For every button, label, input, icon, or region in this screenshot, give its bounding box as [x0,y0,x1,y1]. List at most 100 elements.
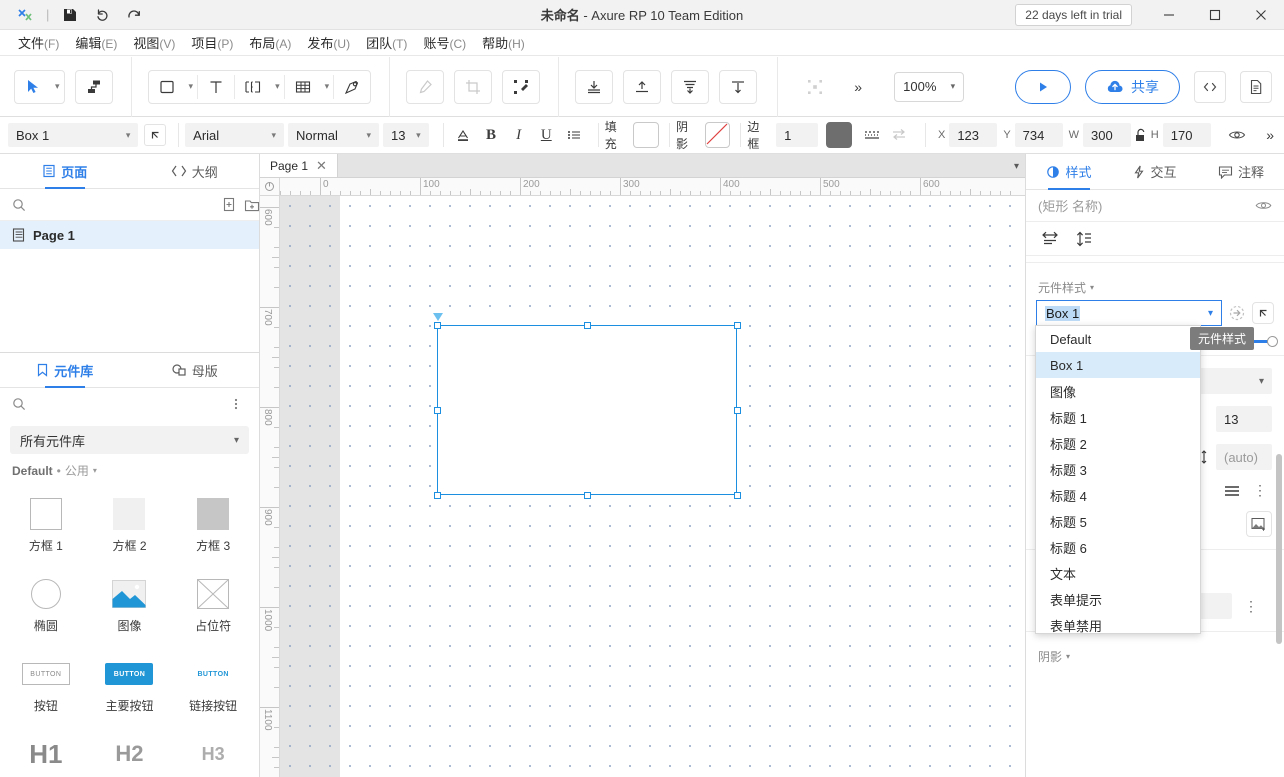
library-search-input[interactable] [34,396,217,413]
fill-color-swatch[interactable] [633,122,659,148]
more-options-icon[interactable] [225,393,247,415]
tab-widget-library[interactable]: 元件库 [0,353,130,387]
ruler-origin-icon[interactable] [260,178,280,196]
border-arrows-icon[interactable] [885,122,913,148]
x-field[interactable]: 123 [949,123,997,147]
horizontal-ruler[interactable]: 0 100 200 300 400 500 600 [280,178,1025,196]
widget-style-select[interactable]: Box 1 ▾ [1036,300,1222,326]
zoom-select[interactable]: 100% ▾ [894,72,964,102]
library-breadcrumb-chevron-down-icon[interactable]: ▾ [93,466,97,475]
opacity-slider-knob[interactable] [1267,336,1278,347]
shadow-swatch[interactable] [705,122,731,148]
menu-help[interactable]: 帮助(H) [474,30,533,55]
lock-open-icon[interactable] [1131,122,1151,148]
table-chevron-down-icon[interactable]: ▾ [321,81,334,92]
font-size-select[interactable]: 13 ▾ [383,123,429,147]
italic-button[interactable]: I [505,122,533,148]
library-select-chevron-down-icon[interactable]: ▾ [234,435,239,446]
font-color-icon[interactable] [450,122,478,148]
eyedropper-icon[interactable] [406,70,444,104]
save-icon[interactable] [55,3,85,27]
dropdown-option-box-1[interactable]: Box 1 [1036,352,1200,378]
library-select[interactable]: 所有元件库 ▾ [10,426,249,454]
widget-placeholder[interactable]: 占位符 [171,567,255,643]
border-style-icon[interactable] [858,122,886,148]
selected-rectangle-widget[interactable] [437,325,737,495]
transform-icon[interactable] [502,70,540,104]
widget-style-chevron-down-icon[interactable]: ▾ [1208,308,1213,319]
border-more-options-icon[interactable]: ⋮ [1240,598,1263,615]
style-name-chevron-down-icon[interactable]: ▾ [120,130,131,141]
right-font-chevron-down-icon[interactable]: ▾ [1259,376,1264,387]
format-more-button[interactable]: » [1256,122,1284,148]
shadow-section-chevron-down-icon[interactable]: ▾ [1066,652,1070,661]
resize-handle-e[interactable] [734,407,741,414]
minimize-button[interactable] [1146,0,1192,30]
tab-outline[interactable]: 大纲 [130,154,260,188]
fill-image-icon[interactable] [1246,511,1272,537]
canvas-tab-page1[interactable]: Page 1 ✕ [260,154,338,177]
widget-name-placeholder[interactable]: (矩形 名称) [1038,196,1255,215]
vertical-ruler[interactable]: 600 700 800 900 1000 1100 [260,196,280,777]
tab-pages[interactable]: 页面 [0,154,130,188]
widget-visibility-eye-icon[interactable] [1255,199,1272,212]
connector-icon[interactable] [75,70,113,104]
resize-handle-sw[interactable] [434,492,441,499]
tab-style[interactable]: 样式 [1026,154,1112,189]
zoom-chevron-down-icon[interactable]: ▾ [951,81,956,92]
font-weight-chevron-down-icon[interactable]: ▾ [360,130,371,141]
widget-heading-1[interactable]: H1 标题 1 [4,727,88,777]
dropdown-option-heading-2[interactable]: 标题 2 [1036,430,1200,456]
preview-button[interactable] [1015,70,1071,104]
dropdown-option-image[interactable]: 图像 [1036,378,1200,404]
dropdown-option-form-hint[interactable]: 表单提示 [1036,586,1200,612]
location-picker-icon[interactable] [144,124,166,146]
menu-account[interactable]: 账号(C) [415,30,474,55]
align-bottom-icon[interactable] [575,70,613,104]
font-weight-select[interactable]: Normal ▾ [288,123,379,147]
resize-handle-se[interactable] [734,492,741,499]
document-icon[interactable] [1240,71,1272,103]
tab-masters[interactable]: 母版 [130,353,260,387]
menu-team[interactable]: 团队(T) [358,30,415,55]
widget-style-section-chevron-down-icon[interactable]: ▾ [1090,283,1094,292]
widget-box-1[interactable]: 方框 1 [4,487,88,563]
dropdown-option-heading-1[interactable]: 标题 1 [1036,404,1200,430]
style-name-select[interactable]: Box 1 ▾ [8,123,138,147]
align-horizontal-icon[interactable] [1036,226,1064,252]
tab-notes[interactable]: 注释 [1198,154,1284,189]
resize-handle-n[interactable] [584,322,591,329]
widget-primary-button[interactable]: BUTTON 主要按钮 [88,647,172,723]
dynamic-panel-icon[interactable] [235,70,271,104]
menu-layout[interactable]: 布局(A) [241,30,299,55]
widget-image[interactable]: 图像 [88,567,172,643]
eye-icon[interactable] [1223,122,1251,148]
dropdown-option-default[interactable]: Default [1036,326,1200,352]
library-breadcrumb-sub[interactable]: 公用 [65,462,89,479]
group-icon[interactable] [796,70,834,104]
dropdown-option-form-disabled[interactable]: 表单禁用 [1036,612,1200,634]
widget-box-3[interactable]: 方框 3 [171,487,255,563]
resize-handle-ne[interactable] [734,322,741,329]
h-field[interactable]: 170 [1163,123,1211,147]
page-list-item-page1[interactable]: Page 1 [0,221,259,249]
pages-search-input[interactable] [34,196,214,213]
close-icon[interactable]: ✕ [316,158,327,174]
menu-edit[interactable]: 编辑(E) [67,30,125,55]
right-panel-scrollbar[interactable] [1276,454,1282,644]
add-page-icon[interactable] [222,194,236,216]
canvas-viewport[interactable] [280,196,1025,777]
w-field[interactable]: 300 [1083,123,1131,147]
cursor-arrow-icon[interactable] [15,70,51,104]
resize-handle-s[interactable] [584,492,591,499]
distribute-horizontal-icon[interactable] [719,70,757,104]
border-color-swatch[interactable] [826,122,852,148]
menu-view[interactable]: 视图(V) [125,30,183,55]
font-family-chevron-down-icon[interactable]: ▾ [266,130,277,141]
widget-heading-3[interactable]: H3 标题 3 [171,727,255,777]
select-tool-combo[interactable]: ▾ [14,70,65,104]
bullet-list-icon[interactable] [560,122,588,148]
menu-file[interactable]: 文件(F) [10,30,67,55]
select-tool-chevron-down-icon[interactable]: ▾ [51,81,64,92]
text-icon[interactable] [198,70,234,104]
